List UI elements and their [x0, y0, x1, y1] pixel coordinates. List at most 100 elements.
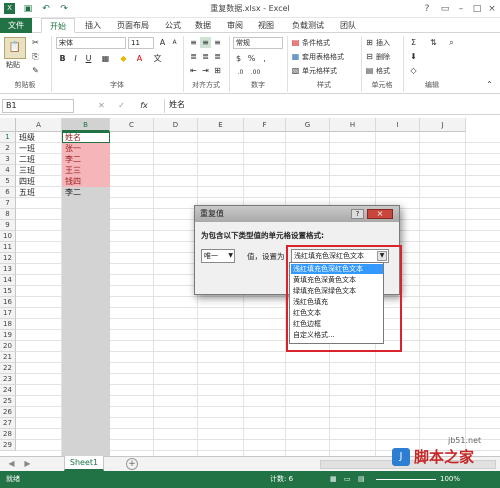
- select-all-corner[interactable]: [0, 118, 16, 132]
- row-header-20[interactable]: 20: [0, 341, 16, 352]
- maximize-icon[interactable]: □: [470, 2, 484, 16]
- tab-page-layout[interactable]: 页面布局: [109, 18, 157, 33]
- zoom-slider[interactable]: [376, 479, 436, 480]
- value-type-select[interactable]: 唯一 ▼: [201, 249, 235, 263]
- tab-team[interactable]: 团队: [334, 18, 362, 33]
- decrease-decimal-icon[interactable]: .00: [250, 67, 261, 78]
- number-format-select[interactable]: 常规: [233, 37, 283, 49]
- save-icon[interactable]: ▣: [22, 3, 34, 15]
- format-cells-icon[interactable]: ▤: [364, 65, 375, 76]
- row-header-29[interactable]: 29: [0, 440, 16, 451]
- column-header-h[interactable]: H: [330, 118, 376, 132]
- format-as-table-button[interactable]: 套用表格格式: [302, 52, 344, 62]
- row-header-24[interactable]: 24: [0, 385, 16, 396]
- enter-icon[interactable]: ✓: [116, 100, 127, 111]
- increase-decimal-icon[interactable]: .0: [235, 67, 246, 78]
- name-box[interactable]: B1: [2, 99, 74, 113]
- row-header-17[interactable]: 17: [0, 308, 16, 319]
- column-header-j[interactable]: J: [420, 118, 466, 132]
- font-name-select[interactable]: 宋体: [56, 37, 126, 49]
- undo-icon[interactable]: ↶: [40, 3, 52, 15]
- dialog-help-button[interactable]: ?: [351, 209, 364, 219]
- find-select-icon[interactable]: ⌕: [446, 37, 457, 48]
- cell-name[interactable]: 李二: [62, 187, 110, 198]
- row-header-3[interactable]: 3: [0, 154, 16, 165]
- cut-icon[interactable]: ✂: [30, 37, 41, 48]
- decrease-indent-icon[interactable]: ⇤: [188, 65, 199, 76]
- add-sheet-button[interactable]: +: [126, 458, 138, 470]
- grow-font-icon[interactable]: A: [157, 37, 168, 48]
- row-header-25[interactable]: 25: [0, 396, 16, 407]
- collapse-ribbon-icon[interactable]: ⌃: [484, 79, 495, 90]
- format-as-table-icon[interactable]: ▦: [290, 51, 301, 62]
- font-color-icon[interactable]: A: [134, 53, 145, 64]
- sort-filter-icon[interactable]: ⇅: [428, 37, 439, 48]
- tab-formulas[interactable]: 公式: [159, 18, 187, 33]
- align-top-icon[interactable]: ≡: [188, 37, 199, 48]
- shrink-font-icon[interactable]: A: [169, 37, 180, 48]
- row-header-28[interactable]: 28: [0, 429, 16, 440]
- close-icon[interactable]: ×: [485, 2, 499, 16]
- column-header-d[interactable]: D: [154, 118, 198, 132]
- row-header-12[interactable]: 12: [0, 253, 16, 264]
- tab-insert[interactable]: 插入: [79, 18, 107, 33]
- cell-name[interactable]: 姓名: [62, 132, 110, 143]
- row-header-7[interactable]: 7: [0, 198, 16, 209]
- normal-view-icon[interactable]: ▦: [330, 471, 337, 488]
- align-center-icon[interactable]: ≣: [200, 51, 211, 62]
- column-header-i[interactable]: I: [376, 118, 420, 132]
- row-header-2[interactable]: 2: [0, 143, 16, 154]
- column-header-g[interactable]: G: [286, 118, 330, 132]
- tab-home[interactable]: 开始: [41, 18, 75, 33]
- row-header-27[interactable]: 27: [0, 418, 16, 429]
- format-painter-icon[interactable]: ✎: [30, 65, 41, 76]
- align-bottom-icon[interactable]: ≡: [212, 37, 223, 48]
- phonetic-icon[interactable]: 文: [152, 53, 163, 64]
- fill-icon[interactable]: ⬇: [408, 51, 419, 62]
- row-header-23[interactable]: 23: [0, 374, 16, 385]
- row-header-11[interactable]: 11: [0, 242, 16, 253]
- row-header-8[interactable]: 8: [0, 209, 16, 220]
- cell-class[interactable]: 五班: [16, 187, 62, 198]
- scroll-left-icon[interactable]: ◀: [6, 458, 17, 469]
- cell-class[interactable]: 一班: [16, 143, 62, 154]
- minimize-icon[interactable]: –: [454, 2, 468, 16]
- row-header-22[interactable]: 22: [0, 363, 16, 374]
- dialog-close-button[interactable]: ×: [367, 209, 393, 219]
- column-header-a[interactable]: A: [16, 118, 62, 132]
- cell-name[interactable]: 李二: [62, 154, 110, 165]
- cell-name[interactable]: 钱四: [62, 176, 110, 187]
- row-header-4[interactable]: 4: [0, 165, 16, 176]
- tab-review[interactable]: 审阅: [221, 18, 249, 33]
- autosum-icon[interactable]: Σ: [408, 37, 419, 48]
- tab-view[interactable]: 视图: [252, 18, 280, 33]
- align-right-icon[interactable]: ≣: [212, 51, 223, 62]
- cell-name[interactable]: 王三: [62, 165, 110, 176]
- cell-name[interactable]: 张一: [62, 143, 110, 154]
- row-header-5[interactable]: 5: [0, 176, 16, 187]
- row-header-9[interactable]: 9: [0, 220, 16, 231]
- tab-load-test[interactable]: 负载测试: [286, 18, 330, 33]
- delete-cells-icon[interactable]: ⊟: [364, 51, 375, 62]
- row-header-13[interactable]: 13: [0, 264, 16, 275]
- row-header-19[interactable]: 19: [0, 330, 16, 341]
- italic-button[interactable]: I: [70, 53, 81, 64]
- column-header-c[interactable]: C: [110, 118, 154, 132]
- conditional-format-icon[interactable]: ▤: [290, 37, 301, 48]
- align-middle-icon[interactable]: ≡: [200, 37, 211, 48]
- redo-icon[interactable]: ↷: [58, 3, 70, 15]
- cancel-icon[interactable]: ✕: [96, 100, 107, 111]
- row-header-1[interactable]: 1: [0, 132, 16, 143]
- row-header-6[interactable]: 6: [0, 187, 16, 198]
- align-left-icon[interactable]: ≣: [188, 51, 199, 62]
- scroll-right-icon[interactable]: ▶: [22, 458, 33, 469]
- delete-cells-button[interactable]: 删除: [376, 52, 390, 62]
- column-header-f[interactable]: F: [244, 118, 286, 132]
- currency-icon[interactable]: $: [233, 53, 244, 64]
- font-size-select[interactable]: 11: [128, 37, 154, 49]
- borders-icon[interactable]: ▦: [100, 53, 111, 64]
- row-header-10[interactable]: 10: [0, 231, 16, 242]
- comma-icon[interactable]: ,: [259, 53, 270, 64]
- row-header-26[interactable]: 26: [0, 407, 16, 418]
- insert-function-button[interactable]: fx: [136, 100, 152, 111]
